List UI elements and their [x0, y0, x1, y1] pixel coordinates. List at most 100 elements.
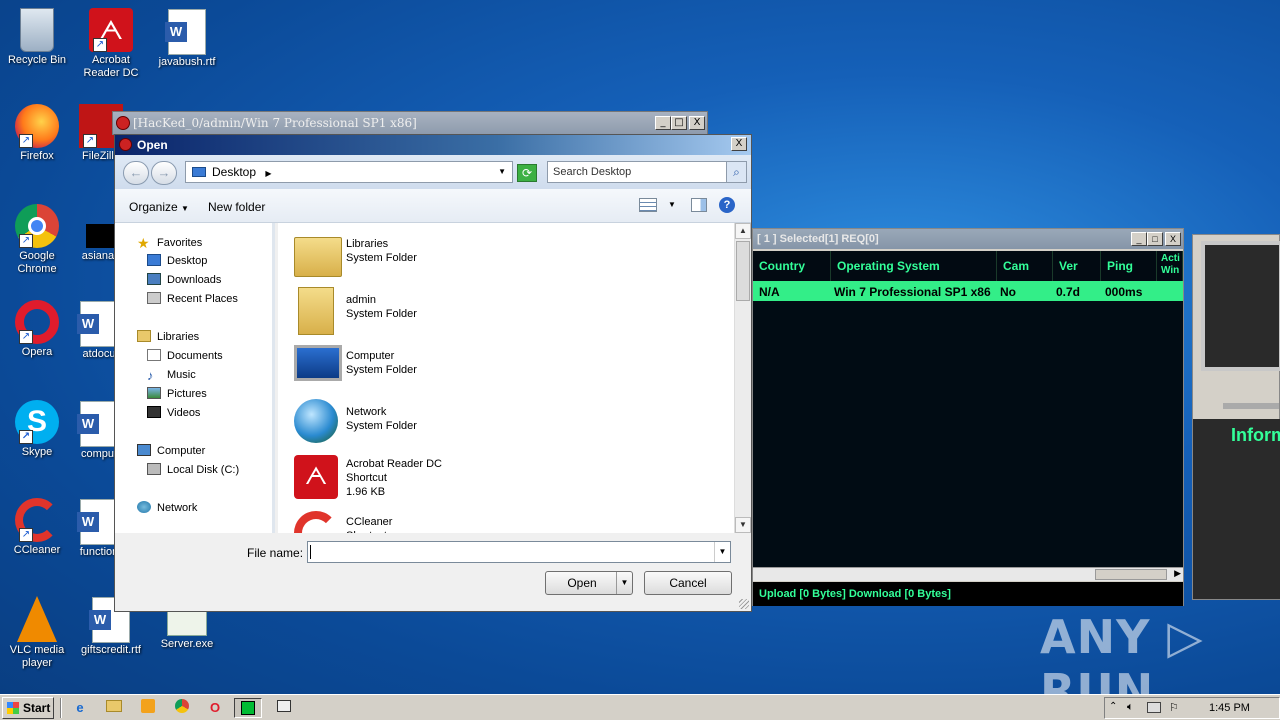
new-folder-button[interactable]: New folder: [208, 200, 265, 214]
network-tray-icon[interactable]: [1147, 702, 1161, 713]
maximize-button[interactable]: □: [671, 116, 687, 130]
nav-music[interactable]: ♪ Music: [147, 368, 196, 383]
active-app-button[interactable]: [234, 698, 262, 718]
nav-local-disk[interactable]: Local Disk (C:): [147, 463, 239, 476]
rat-window-titlebar[interactable]: [ 1 ] Selected[1] REQ[0]: [753, 229, 1183, 249]
nav-favorites[interactable]: ★ Favorites: [137, 235, 202, 251]
volume-icon[interactable]: 🔈︎: [1127, 701, 1134, 714]
nav-downloads[interactable]: Downloads: [147, 273, 221, 286]
horizontal-scrollbar[interactable]: ▶: [753, 567, 1183, 581]
close-button[interactable]: X: [1165, 232, 1181, 246]
cell-ver: 0.7d: [1056, 285, 1081, 299]
libraries-folder-icon: [294, 237, 342, 277]
start-button[interactable]: Start: [2, 697, 54, 719]
scroll-down-icon[interactable]: ▼: [735, 517, 751, 533]
open-file-dialog[interactable]: Open X ← → Desktop ▶ ▼ ⟳ Search Desktop …: [114, 134, 752, 612]
nav-pictures[interactable]: Pictures: [147, 387, 207, 400]
close-button[interactable]: X: [689, 116, 705, 130]
libraries-icon: [137, 330, 151, 342]
column-header-cam[interactable]: Cam: [997, 251, 1053, 281]
desktop-icon-chrome[interactable]: ↗ Google Chrome: [0, 204, 74, 276]
file-name-dropdown-icon[interactable]: ▼: [714, 542, 730, 562]
column-header-active-window[interactable]: Acti Win: [1157, 251, 1183, 281]
file-item-libraries[interactable]: Libraries System Folder: [294, 231, 594, 283]
search-icon[interactable]: ⌕: [726, 162, 746, 182]
file-list[interactable]: Libraries System Folder admin System Folde…: [278, 223, 734, 533]
open-dropdown-icon[interactable]: ▼: [616, 572, 632, 594]
icon-label: Acrobat Reader DC: [83, 54, 139, 79]
back-button[interactable]: ←: [123, 161, 149, 185]
media-player-icon[interactable]: [138, 699, 158, 717]
desktop-icon-vlc[interactable]: VLC media player: [0, 596, 74, 670]
breadcrumb-arrow-icon[interactable]: ▶: [265, 169, 271, 178]
desktop-icon-javabush[interactable]: javabush.rtf: [150, 8, 224, 69]
column-header-os[interactable]: Operating System: [831, 251, 997, 281]
close-button[interactable]: X: [731, 137, 747, 151]
file-item-network[interactable]: Network System Folder: [294, 399, 594, 451]
organize-button[interactable]: Organize ▼: [129, 200, 189, 214]
internet-explorer-icon[interactable]: e: [70, 699, 90, 717]
star-icon: ★: [137, 235, 150, 251]
nav-libraries[interactable]: Libraries: [137, 330, 199, 343]
scrollbar-thumb[interactable]: [736, 241, 750, 301]
nav-desktop[interactable]: Desktop: [147, 254, 207, 267]
system-tray: ⌃ 🔈︎ ⚐ 1:45 PM: [1104, 697, 1280, 719]
nav-label: Local Disk (C:): [167, 464, 240, 476]
nav-label: Videos: [167, 407, 201, 419]
search-input[interactable]: Search Desktop ⌕: [547, 161, 747, 183]
view-dropdown-icon[interactable]: ▼: [668, 200, 676, 209]
desktop-icon-acrobat[interactable]: ᗅ ↗ Acrobat Reader DC: [74, 8, 148, 80]
desktop-icon-firefox[interactable]: ↗ Firefox: [0, 104, 74, 163]
file-name: Acrobat Reader DC: [346, 458, 442, 470]
maximize-button[interactable]: □: [1147, 232, 1163, 246]
nav-documents[interactable]: Documents: [147, 349, 223, 362]
word-doc-icon: [165, 9, 206, 55]
hacked-session-window[interactable]: [HacKed_0/admin/Win 7 Professional SP1 x…: [112, 111, 708, 135]
nav-recent-places[interactable]: Recent Places: [147, 292, 238, 305]
scroll-right-arrow-icon[interactable]: ▶: [1174, 568, 1181, 579]
show-hidden-icons-icon[interactable]: ⌃: [1109, 701, 1117, 712]
minimize-button[interactable]: _: [1131, 232, 1147, 246]
open-button[interactable]: Open ▼: [545, 571, 633, 595]
rat-side-panel: Inform: [1192, 234, 1280, 600]
scrollbar-thumb[interactable]: [1095, 569, 1167, 580]
refresh-button[interactable]: ⟳: [517, 164, 537, 182]
nav-videos[interactable]: Videos: [147, 406, 200, 419]
column-header-country[interactable]: Country: [753, 251, 831, 281]
action-center-flag-icon[interactable]: ⚐: [1169, 701, 1179, 714]
scroll-up-icon[interactable]: ▲: [735, 223, 751, 239]
file-item-admin[interactable]: admin System Folder: [294, 287, 594, 339]
word-doc-icon: [77, 401, 118, 447]
view-options-icon[interactable]: [639, 198, 657, 212]
navigation-pane[interactable]: ★ Favorites Desktop Downloads Recent Plac…: [115, 223, 275, 533]
file-name: CCleaner: [346, 516, 393, 528]
file-name-input[interactable]: ▼: [307, 541, 731, 563]
chrome-taskbar-icon[interactable]: [172, 699, 192, 717]
table-row[interactable]: N/A Win 7 Professional SP1 x86 No 0.7d 0…: [753, 281, 1183, 301]
file-item-acrobat[interactable]: ᗅ Acrobat Reader DC Shortcut 1.96 KB: [294, 455, 594, 507]
address-bar[interactable]: Desktop ▶ ▼: [185, 161, 513, 183]
explorer-folder-icon[interactable]: [104, 699, 124, 717]
dialog-titlebar[interactable]: Open X: [115, 135, 751, 155]
address-dropdown-icon[interactable]: ▼: [498, 167, 506, 176]
window-taskbar-icon[interactable]: [274, 699, 294, 717]
desktop-icon-recycle-bin[interactable]: Recycle Bin: [0, 8, 74, 67]
forward-button[interactable]: →: [151, 161, 177, 185]
help-icon[interactable]: ?: [719, 197, 735, 213]
nav-network[interactable]: Network: [137, 501, 197, 514]
resize-grip-icon[interactable]: [739, 599, 749, 609]
minimize-button[interactable]: _: [655, 116, 671, 130]
preview-pane-icon[interactable]: [691, 198, 707, 212]
rat-client-window[interactable]: [ 1 ] Selected[1] REQ[0] _ □ X Country O…: [752, 228, 1184, 606]
victims-grid[interactable]: Country Operating System Cam Ver Ping Ac…: [753, 251, 1183, 567]
app-icon: [116, 116, 130, 130]
cancel-button[interactable]: Cancel: [644, 571, 732, 595]
column-header-ver[interactable]: Ver: [1053, 251, 1101, 281]
opera-taskbar-icon[interactable]: O: [205, 699, 225, 717]
file-item-ccleaner[interactable]: CCleanerShortcut: [294, 511, 594, 533]
clock[interactable]: 1:45 PM: [1209, 702, 1250, 714]
vertical-scrollbar[interactable]: ▲ ▼: [734, 223, 751, 533]
file-item-computer[interactable]: Computer System Folder: [294, 343, 594, 395]
column-header-ping[interactable]: Ping: [1101, 251, 1157, 281]
nav-computer[interactable]: Computer: [137, 444, 205, 457]
